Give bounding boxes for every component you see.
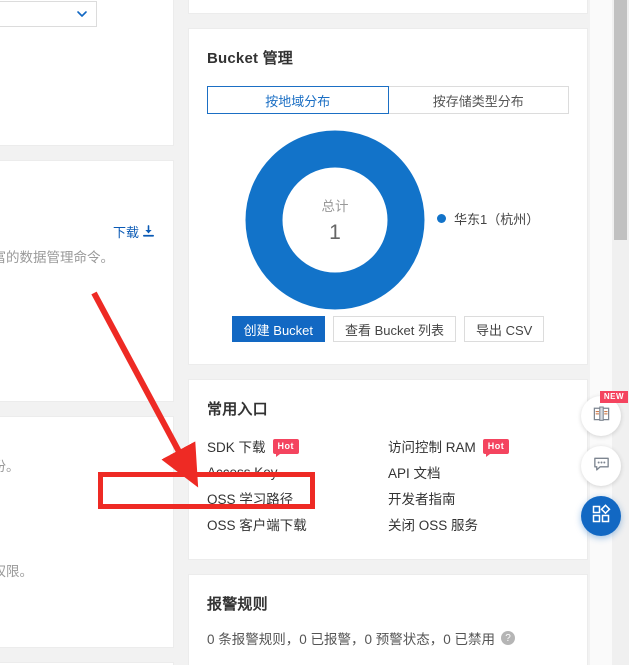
left-column: 下载 洁、丰富的数据管理命令。 同步备份。 的访问权限。: [0, 0, 174, 665]
entry-label: 开发者指南: [388, 492, 456, 507]
left-card-backup: 同步备份。 的访问权限。: [0, 416, 174, 648]
bucket-distribution-tabs: 按地域分布 按存储类型分布: [207, 86, 569, 114]
left-card-tools: 下载 洁、丰富的数据管理命令。: [0, 160, 174, 402]
entry-developer-guide[interactable]: 开发者指南: [388, 485, 569, 511]
question-mark-icon[interactable]: ?: [501, 631, 516, 645]
alarm-card-title: 报警规则: [207, 596, 268, 613]
tab-by-storage-class[interactable]: 按存储类型分布: [388, 86, 569, 114]
chevron-down-icon: [76, 8, 88, 20]
alarm-summary-text: 0 条报警规则，0 已报警，0 预警状态，0 已禁用: [207, 632, 496, 647]
entry-oss-learning-path[interactable]: OSS 学习路径: [207, 485, 388, 511]
left-card-region: [0, 0, 174, 146]
entry-api-docs[interactable]: API 文档: [388, 459, 569, 485]
scrollbar-thumb[interactable]: [614, 0, 627, 240]
bucket-card-title: Bucket 管理: [207, 50, 293, 67]
export-csv-button[interactable]: 导出 CSV: [463, 316, 545, 342]
alarm-summary: 0 条报警规则，0 已报警，0 预警状态，0 已禁用 ?: [189, 614, 587, 665]
region-select[interactable]: [0, 1, 97, 27]
entry-oss-client-download[interactable]: OSS 客户端下载: [207, 511, 388, 537]
left-desc-3: 的访问权限。: [0, 564, 33, 579]
entry-label: OSS 客户端下载: [207, 518, 307, 533]
legend-label: 华东1（杭州）: [454, 212, 540, 227]
app-window: 下载 洁、丰富的数据管理命令。 同步备份。 的访问权限。 Bucket 管理: [0, 0, 629, 665]
bucket-action-buttons: 创建 Bucket 查看 Bucket 列表 导出 CSV: [189, 314, 587, 364]
alarm-rules-card: 报警规则 0 条报警规则，0 已报警，0 预警状态，0 已禁用 ?: [188, 574, 588, 665]
common-entries-card: 常用入口 SDK 下载 Hot Access Key OSS 学习路径 OSS …: [188, 379, 588, 560]
entry-label: API 文档: [388, 466, 441, 481]
hot-badge: Hot: [272, 438, 300, 457]
donut-center-text: 总计 1: [245, 130, 425, 310]
main-column: Bucket 管理 按地域分布 按存储类型分布 总计 1 华东1（杭州） 创建 …: [188, 0, 588, 665]
entries-grid: SDK 下载 Hot Access Key OSS 学习路径 OSS 客户端下载: [189, 419, 587, 559]
entry-label: OSS 学习路径: [207, 492, 294, 507]
entry-label: SDK 下载: [207, 440, 266, 455]
entries-column-right: 访问控制 RAM Hot API 文档 开发者指南 关闭 OSS 服务: [388, 433, 569, 537]
app-grid-icon: [591, 503, 611, 529]
documentation-book-icon: [592, 404, 611, 428]
tab-by-region[interactable]: 按地域分布: [207, 86, 389, 114]
apps-fab-button[interactable]: [581, 496, 621, 536]
entry-access-key[interactable]: Access Key: [207, 459, 388, 485]
bucket-donut-chart: 总计 1 华东1（杭州）: [189, 126, 587, 314]
download-label: 下载: [112, 225, 139, 240]
create-bucket-button[interactable]: 创建 Bucket: [231, 316, 326, 342]
download-icon: [142, 225, 155, 238]
feedback-fab-button[interactable]: [581, 446, 621, 486]
view-bucket-list-button[interactable]: 查看 Bucket 列表: [333, 316, 456, 342]
left-desc-2: 同步备份。: [0, 459, 20, 474]
entry-ram-access-control[interactable]: 访问控制 RAM Hot: [388, 433, 569, 459]
right-rail-background: [590, 0, 612, 665]
donut-total-label: 总计: [321, 199, 349, 214]
entries-card-title: 常用入口: [207, 401, 268, 418]
new-badge: NEW: [599, 391, 628, 403]
feedback-chat-icon: [592, 454, 611, 478]
entry-label: 关闭 OSS 服务: [388, 518, 479, 533]
legend-color-swatch: [437, 214, 446, 223]
entry-close-oss-service[interactable]: 关闭 OSS 服务: [388, 511, 569, 537]
entry-label: Access Key: [207, 464, 278, 480]
page-scrollbar[interactable]: [612, 0, 629, 665]
chart-legend-item[interactable]: 华东1（杭州）: [437, 209, 539, 228]
entry-sdk-download[interactable]: SDK 下载 Hot: [207, 433, 388, 459]
entry-label: 访问控制 RAM: [388, 440, 476, 455]
donut-total-value: 1: [329, 221, 341, 244]
hot-badge: Hot: [482, 438, 510, 457]
download-link[interactable]: 下载: [113, 222, 155, 241]
card-above-stub: [188, 0, 588, 14]
left-desc-1: 洁、丰富的数据管理命令。: [0, 250, 114, 265]
bucket-management-card: Bucket 管理 按地域分布 按存储类型分布 总计 1 华东1（杭州） 创建 …: [188, 28, 588, 365]
entries-column-left: SDK 下载 Hot Access Key OSS 学习路径 OSS 客户端下载: [207, 433, 388, 537]
